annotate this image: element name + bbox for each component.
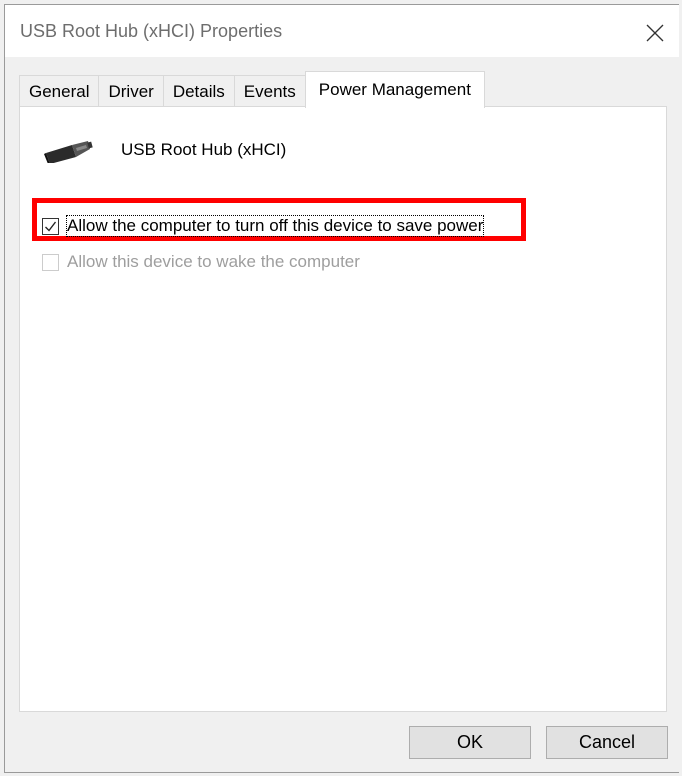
properties-dialog: USB Root Hub (xHCI) Properties General D… xyxy=(4,4,679,773)
tab-general[interactable]: General xyxy=(19,75,100,107)
allow-wake-option: Allow this device to wake the computer xyxy=(42,252,360,272)
allow-turn-off-checkbox[interactable] xyxy=(42,217,59,235)
allow-wake-label: Allow this device to wake the computer xyxy=(67,252,360,271)
tab-driver[interactable]: Driver xyxy=(98,75,164,107)
allow-wake-checkbox xyxy=(42,253,59,271)
cancel-button[interactable]: Cancel xyxy=(546,726,668,759)
close-button[interactable] xyxy=(635,13,675,53)
title-bar: USB Root Hub (xHCI) Properties xyxy=(5,5,679,57)
close-icon xyxy=(646,24,664,42)
tab-events[interactable]: Events xyxy=(233,75,306,107)
usb-plug-icon xyxy=(42,137,94,168)
tab-details[interactable]: Details xyxy=(162,75,235,107)
tab-strip: General Driver Details Events Power Mana… xyxy=(19,69,485,108)
allow-turn-off-label: Allow the computer to turn off this devi… xyxy=(65,215,485,237)
ok-button[interactable]: OK xyxy=(409,726,531,759)
window-title: USB Root Hub (xHCI) Properties xyxy=(20,21,283,41)
checkmark-icon xyxy=(45,221,57,232)
device-name: USB Root Hub (xHCI) xyxy=(121,140,287,159)
tab-power-management[interactable]: Power Management xyxy=(304,71,485,108)
allow-turn-off-option[interactable]: Allow the computer to turn off this devi… xyxy=(42,215,485,237)
power-management-panel: USB Root Hub (xHCI) Allow the computer t… xyxy=(19,106,667,712)
